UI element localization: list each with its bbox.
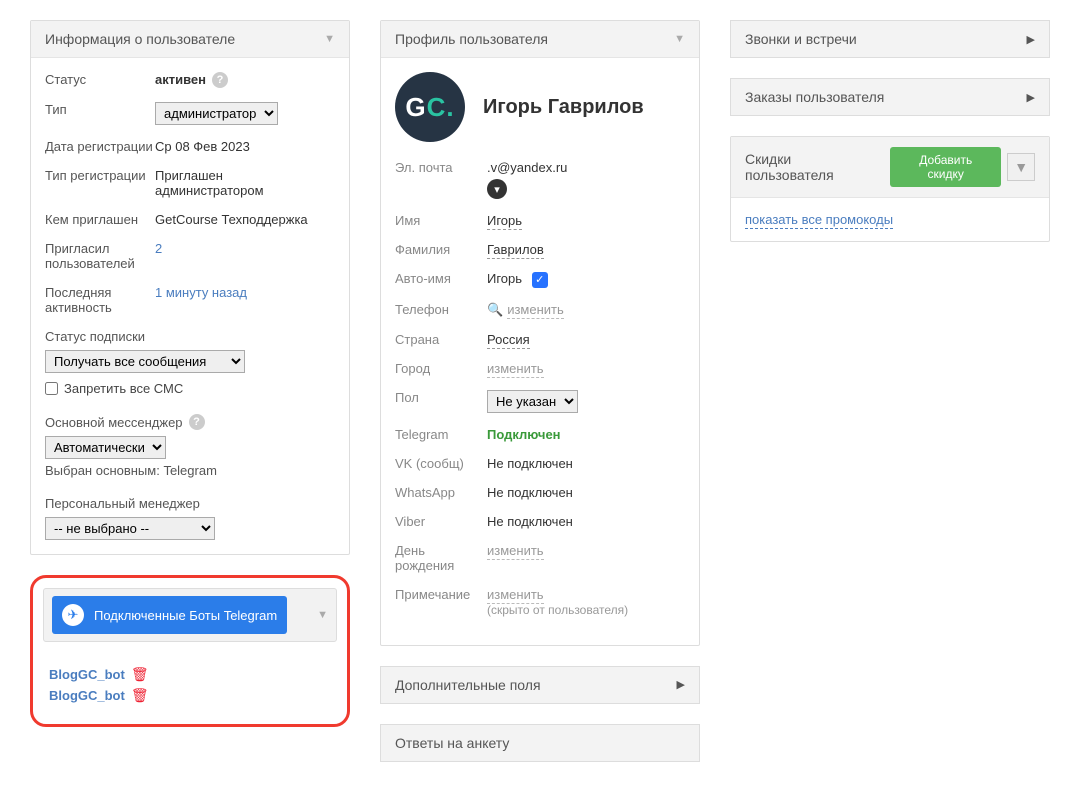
regtype-label: Тип регистрации — [45, 168, 155, 183]
viber-value: Не подключен — [487, 514, 573, 529]
trash-icon[interactable]: 🗑 — [131, 666, 149, 683]
chevron-down-icon: ▼ — [324, 33, 335, 45]
user-profile-header[interactable]: Профиль пользователя ▼ — [381, 21, 699, 58]
chevron-right-icon: ▶ — [1027, 33, 1035, 46]
status-label: Статус — [45, 72, 155, 87]
country-value[interactable]: Россия — [487, 332, 530, 349]
user-info-header[interactable]: Информация о пользователе ▼ — [31, 21, 349, 58]
orders-panel[interactable]: Заказы пользователя ▶ — [730, 78, 1050, 116]
discounts-header[interactable]: Скидки пользователя Добавить скидку ▼ — [731, 137, 1049, 198]
email-label: Эл. почта — [395, 160, 487, 175]
orders-title: Заказы пользователя — [745, 89, 884, 105]
manager-select[interactable]: -- не выбрано -- — [45, 517, 215, 540]
city-change[interactable]: изменить — [487, 361, 544, 378]
bot-row: BlogGC_bot 🗑 — [49, 687, 331, 704]
subscription-select[interactable]: Получать все сообщения — [45, 350, 245, 373]
firstname-value[interactable]: Игорь — [487, 213, 522, 230]
firstname-label: Имя — [395, 213, 487, 228]
status-value: активен — [155, 72, 206, 87]
lastname-label: Фамилия — [395, 242, 487, 257]
regtype-value: Приглашен администратором — [155, 168, 335, 198]
note-change[interactable]: изменить — [487, 587, 544, 604]
extra-fields-title: Дополнительные поля — [395, 677, 541, 693]
invitedby-value: GetCourse Техподдержка — [155, 212, 308, 227]
add-discount-button[interactable]: Добавить скидку — [890, 147, 1001, 187]
expand-email-icon[interactable]: ▾ — [487, 179, 507, 199]
bot-link[interactable]: BlogGC_bot — [49, 688, 125, 703]
regdate-value: Ср 08 Фев 2023 — [155, 139, 250, 154]
telegram-bots-panel: ✈ Подключенные Боты Telegram ▼ BlogGC_bo… — [30, 575, 350, 727]
regdate-label: Дата регистрации — [45, 139, 155, 154]
chevron-right-icon: ▶ — [1027, 91, 1035, 104]
telegram-icon: ✈ — [62, 604, 84, 626]
telegram-value: Подключен — [487, 427, 561, 442]
bot-link[interactable]: BlogGC_bot — [49, 667, 125, 682]
phone-change[interactable]: изменить — [507, 302, 564, 319]
chevron-down-icon: ▼ — [317, 609, 328, 621]
vk-label: VK (сообщ) — [395, 456, 487, 471]
survey-answers-title: Ответы на анкету — [395, 735, 509, 751]
help-icon[interactable]: ? — [189, 414, 205, 430]
search-icon: 🔍 — [487, 302, 503, 317]
lastactivity-label: Последняя активность — [45, 285, 155, 315]
block-sms-label: Запретить все СМС — [64, 381, 183, 396]
calls-panel[interactable]: Звонки и встречи ▶ — [730, 20, 1050, 58]
invitedby-label: Кем приглашен — [45, 212, 155, 227]
chevron-right-icon: ▶ — [677, 678, 685, 691]
help-icon[interactable]: ? — [212, 72, 228, 88]
user-profile-panel: Профиль пользователя ▼ GC. Игорь Гаврило… — [380, 20, 700, 646]
whatsapp-label: WhatsApp — [395, 485, 487, 500]
profile-name: Игорь Гаврилов — [483, 96, 644, 119]
extra-fields-panel[interactable]: Дополнительные поля ▶ — [380, 666, 700, 704]
phone-label: Телефон — [395, 302, 487, 317]
vk-value: Не подключен — [487, 456, 573, 471]
whatsapp-value: Не подключен — [487, 485, 573, 500]
gender-select[interactable]: Не указан — [487, 390, 578, 413]
bday-change[interactable]: изменить — [487, 543, 544, 560]
show-promocodes-link[interactable]: показать все промокоды — [745, 212, 893, 229]
block-sms-checkbox[interactable] — [45, 382, 58, 395]
telegram-label: Telegram — [395, 427, 487, 442]
autoname-value: Игорь — [487, 271, 522, 286]
discounts-panel: Скидки пользователя Добавить скидку ▼ по… — [730, 136, 1050, 242]
calls-title: Звонки и встречи — [745, 31, 857, 47]
city-label: Город — [395, 361, 487, 376]
viber-label: Viber — [395, 514, 487, 529]
bot-row: BlogGC_bot 🗑 — [49, 666, 331, 683]
telegram-bots-title: Подключенные Боты Telegram — [94, 608, 277, 623]
type-label: Тип — [45, 102, 155, 117]
trash-icon[interactable]: 🗑 — [131, 687, 149, 704]
user-info-panel: Информация о пользователе ▼ Статус актив… — [30, 20, 350, 555]
main-messenger-label: Основной мессенджер — [45, 415, 183, 430]
chevron-down-icon[interactable]: ▼ — [1007, 153, 1035, 181]
subscription-label: Статус подписки — [45, 329, 335, 344]
note-label: Примечание — [395, 587, 487, 602]
gender-label: Пол — [395, 390, 487, 405]
chevron-down-icon: ▼ — [674, 33, 685, 45]
last-activity-link[interactable]: 1 минуту назад — [155, 285, 247, 300]
main-messenger-note: Выбран основным: Telegram — [45, 463, 335, 478]
note-hint: (скрыто от пользователя) — [487, 603, 628, 617]
autoname-label: Авто-имя — [395, 271, 487, 286]
main-messenger-select[interactable]: Автоматически — [45, 436, 166, 459]
user-type-select[interactable]: администратор — [155, 102, 278, 125]
manager-label: Персональный менеджер — [45, 496, 335, 511]
user-info-title: Информация о пользователе — [45, 31, 235, 47]
check-icon[interactable]: ✓ — [532, 272, 548, 288]
avatar: GC. — [395, 72, 465, 142]
telegram-bots-header[interactable]: ✈ Подключенные Боты Telegram ▼ — [43, 588, 337, 642]
discounts-title: Скидки пользователя — [745, 151, 882, 183]
invited-count-link[interactable]: 2 — [155, 241, 162, 256]
user-profile-title: Профиль пользователя — [395, 31, 548, 47]
country-label: Страна — [395, 332, 487, 347]
email-visible: .v@yandex.ru — [487, 160, 567, 175]
survey-answers-panel[interactable]: Ответы на анкету — [380, 724, 700, 762]
lastname-value[interactable]: Гаврилов — [487, 242, 544, 259]
bday-label: День рождения — [395, 543, 487, 573]
invitedcount-label: Пригласил пользователей — [45, 241, 155, 271]
